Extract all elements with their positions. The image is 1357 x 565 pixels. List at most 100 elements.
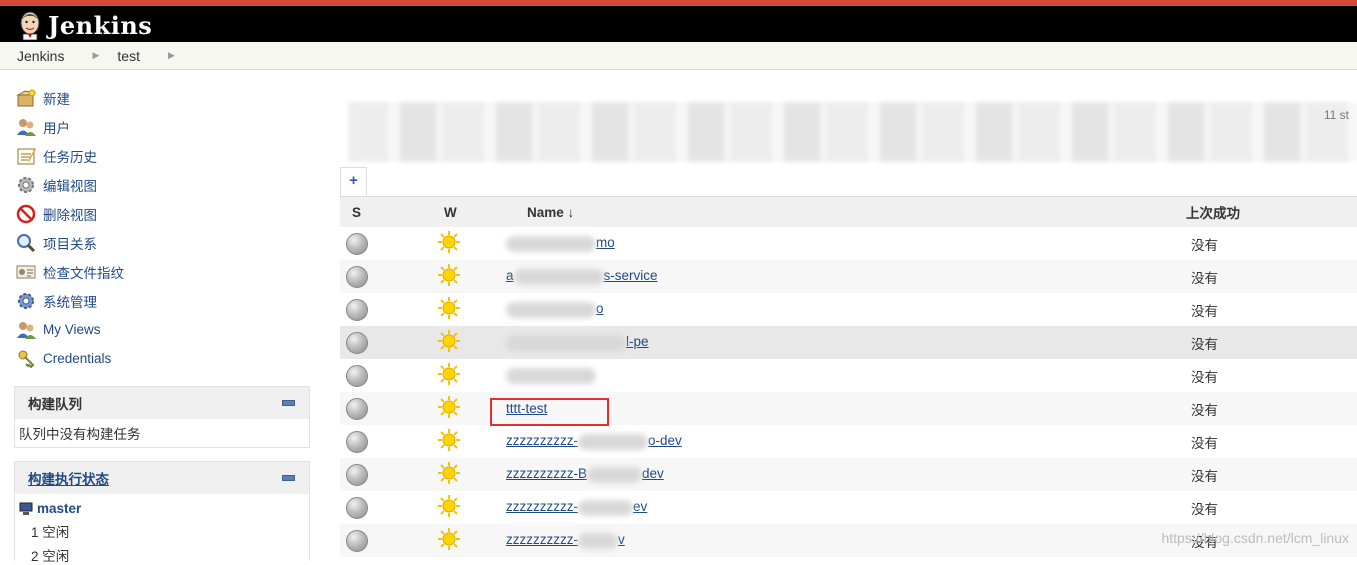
task-fingerprint[interactable]: 检查文件指纹 <box>16 257 124 286</box>
last-success: 没有 <box>1186 491 1357 524</box>
status-ball-icon <box>346 430 368 453</box>
status-ball-icon <box>346 463 368 486</box>
status-ball-icon <box>346 232 368 255</box>
executor-node-label: master <box>37 501 82 516</box>
build-queue-header: 构建队列 <box>15 387 309 419</box>
computer-icon <box>19 502 33 515</box>
sidebar: 新建 用户 任务历史 编辑视图 删除视图 项目关系 检查文件指纹 系统管理 My… <box>0 70 320 564</box>
sunny-weather-icon <box>438 297 460 319</box>
status-ball-icon <box>346 529 368 552</box>
column-status[interactable]: S <box>340 197 420 227</box>
last-success: 没有 <box>1186 293 1357 326</box>
status-ball-icon <box>346 298 368 321</box>
task-label: 任务历史 <box>43 150 97 166</box>
table-row: zzzzzzzzzz-o-dev 没有 <box>340 425 1357 458</box>
last-success: 没有 <box>1186 260 1357 293</box>
task-label: 删除视图 <box>43 208 97 223</box>
jenkins-butler-icon <box>20 11 40 40</box>
table-row: a s-service 没有 <box>340 260 1357 293</box>
table-row: zzzzzzzzzz-ev 没有 <box>340 491 1357 524</box>
gear-icon <box>18 177 34 194</box>
breadcrumb-arrow-icon[interactable]: ▶ <box>92 50 99 61</box>
task-label: 编辑视图 <box>43 179 97 195</box>
sunny-weather-icon <box>438 264 460 286</box>
job-link[interactable]: mo <box>506 235 615 252</box>
job-link[interactable] <box>506 367 596 384</box>
sunny-weather-icon <box>438 429 460 451</box>
task-project-relationship[interactable]: 项目关系 <box>16 228 124 257</box>
sunny-weather-icon <box>438 231 460 253</box>
task-edit-view[interactable]: 编辑视图 <box>16 171 124 200</box>
gear-icon <box>18 292 34 309</box>
last-success: 没有 <box>1186 392 1357 425</box>
no-entry-icon <box>16 204 36 224</box>
task-credentials[interactable]: Credentials <box>16 344 124 373</box>
table-row: 没有 <box>340 359 1357 392</box>
view-tabbar: + <box>340 167 1357 197</box>
job-link[interactable]: zzzzzzzzzz-o-dev <box>506 433 682 450</box>
task-label: 系统管理 <box>43 294 97 310</box>
executor-header: 构建执行状态 <box>15 462 309 494</box>
job-link[interactable]: o <box>506 301 604 318</box>
jenkins-header: Jenkins <box>0 0 1357 42</box>
task-label: 检查文件指纹 <box>43 265 124 281</box>
collapse-icon[interactable] <box>282 475 295 481</box>
table-row: l-pe 没有 <box>340 326 1357 359</box>
sunny-weather-icon <box>438 330 460 352</box>
status-ball-icon <box>346 364 368 387</box>
last-success: 没有 <box>1186 326 1357 359</box>
task-label: My Views <box>43 322 101 338</box>
fingerprint-icon <box>16 265 36 279</box>
job-link[interactable]: zzzzzzzzzz-v <box>506 532 625 549</box>
job-link[interactable]: zzzzzzzzzz-ev <box>506 499 647 516</box>
collapse-icon[interactable] <box>282 400 295 406</box>
job-link[interactable]: a s-service <box>506 268 658 285</box>
task-list: 新建 用户 任务历史 编辑视图 删除视图 项目关系 检查文件指纹 系统管理 My… <box>16 84 124 373</box>
redacted-text: 11 st <box>1323 108 1349 122</box>
status-ball-icon <box>346 265 368 288</box>
sunny-weather-icon <box>438 396 460 418</box>
task-build-history[interactable]: 任务历史 <box>16 142 124 171</box>
breadcrumb-arrow-icon[interactable]: ▶ <box>168 50 175 61</box>
executor-row: 1 空闲 <box>31 525 70 540</box>
key-icon <box>18 350 35 369</box>
breadcrumb-jenkins[interactable]: Jenkins <box>17 48 64 64</box>
jobs-table: S W Name ↓ 上次成功 mo 没有 a s-service 没有 o 没… <box>340 197 1357 557</box>
executor-title[interactable]: 构建执行状态 <box>28 468 109 488</box>
task-delete-view[interactable]: 删除视图 <box>16 200 124 229</box>
task-label: 用户 <box>43 121 70 137</box>
jenkins-logo[interactable]: Jenkins <box>16 10 152 40</box>
column-last-success[interactable]: 上次成功 <box>1186 197 1357 227</box>
job-link[interactable]: l-pe <box>506 334 649 351</box>
task-manage-jenkins[interactable]: 系统管理 <box>16 286 124 315</box>
notepad-icon <box>17 148 36 165</box>
watermark: https://blog.csdn.net/lcm_linux <box>1161 530 1349 546</box>
users-icon <box>17 321 36 339</box>
table-row: mo 没有 <box>340 227 1357 260</box>
last-success: 没有 <box>1186 425 1357 458</box>
status-ball-icon <box>346 397 368 420</box>
table-row: zzzzzzzzzz-B dev 没有 <box>340 458 1357 491</box>
task-new-item[interactable]: 新建 <box>16 84 124 113</box>
column-name[interactable]: Name ↓ <box>500 197 1186 227</box>
add-view-tab[interactable]: + <box>340 167 367 196</box>
sunny-weather-icon <box>438 363 460 385</box>
main-content: 11 st + S W Name ↓ 上次成功 mo 没有 a s-service <box>338 70 1357 557</box>
sunny-weather-icon <box>438 495 460 517</box>
table-row: o 没有 <box>340 293 1357 326</box>
executor-node[interactable]: master <box>19 501 309 516</box>
breadcrumb-test[interactable]: test <box>117 48 140 64</box>
users-icon <box>17 119 36 137</box>
highlight-annotation <box>490 398 609 426</box>
build-queue-pane: 构建队列 队列中没有构建任务 <box>14 386 310 448</box>
task-users[interactable]: 用户 <box>16 113 124 142</box>
sunny-weather-icon <box>438 462 460 484</box>
job-link[interactable]: zzzzzzzzzz-B dev <box>506 466 664 483</box>
column-weather[interactable]: W <box>420 197 500 227</box>
executor-pane: 构建执行状态 master 1 空闲 2 空闲 <box>14 461 310 564</box>
last-success: 没有 <box>1186 227 1357 260</box>
task-my-views[interactable]: My Views <box>16 315 124 344</box>
task-label: Credentials <box>43 350 112 366</box>
new-item-icon <box>16 89 37 107</box>
build-queue-empty: 队列中没有构建任务 <box>19 427 141 442</box>
